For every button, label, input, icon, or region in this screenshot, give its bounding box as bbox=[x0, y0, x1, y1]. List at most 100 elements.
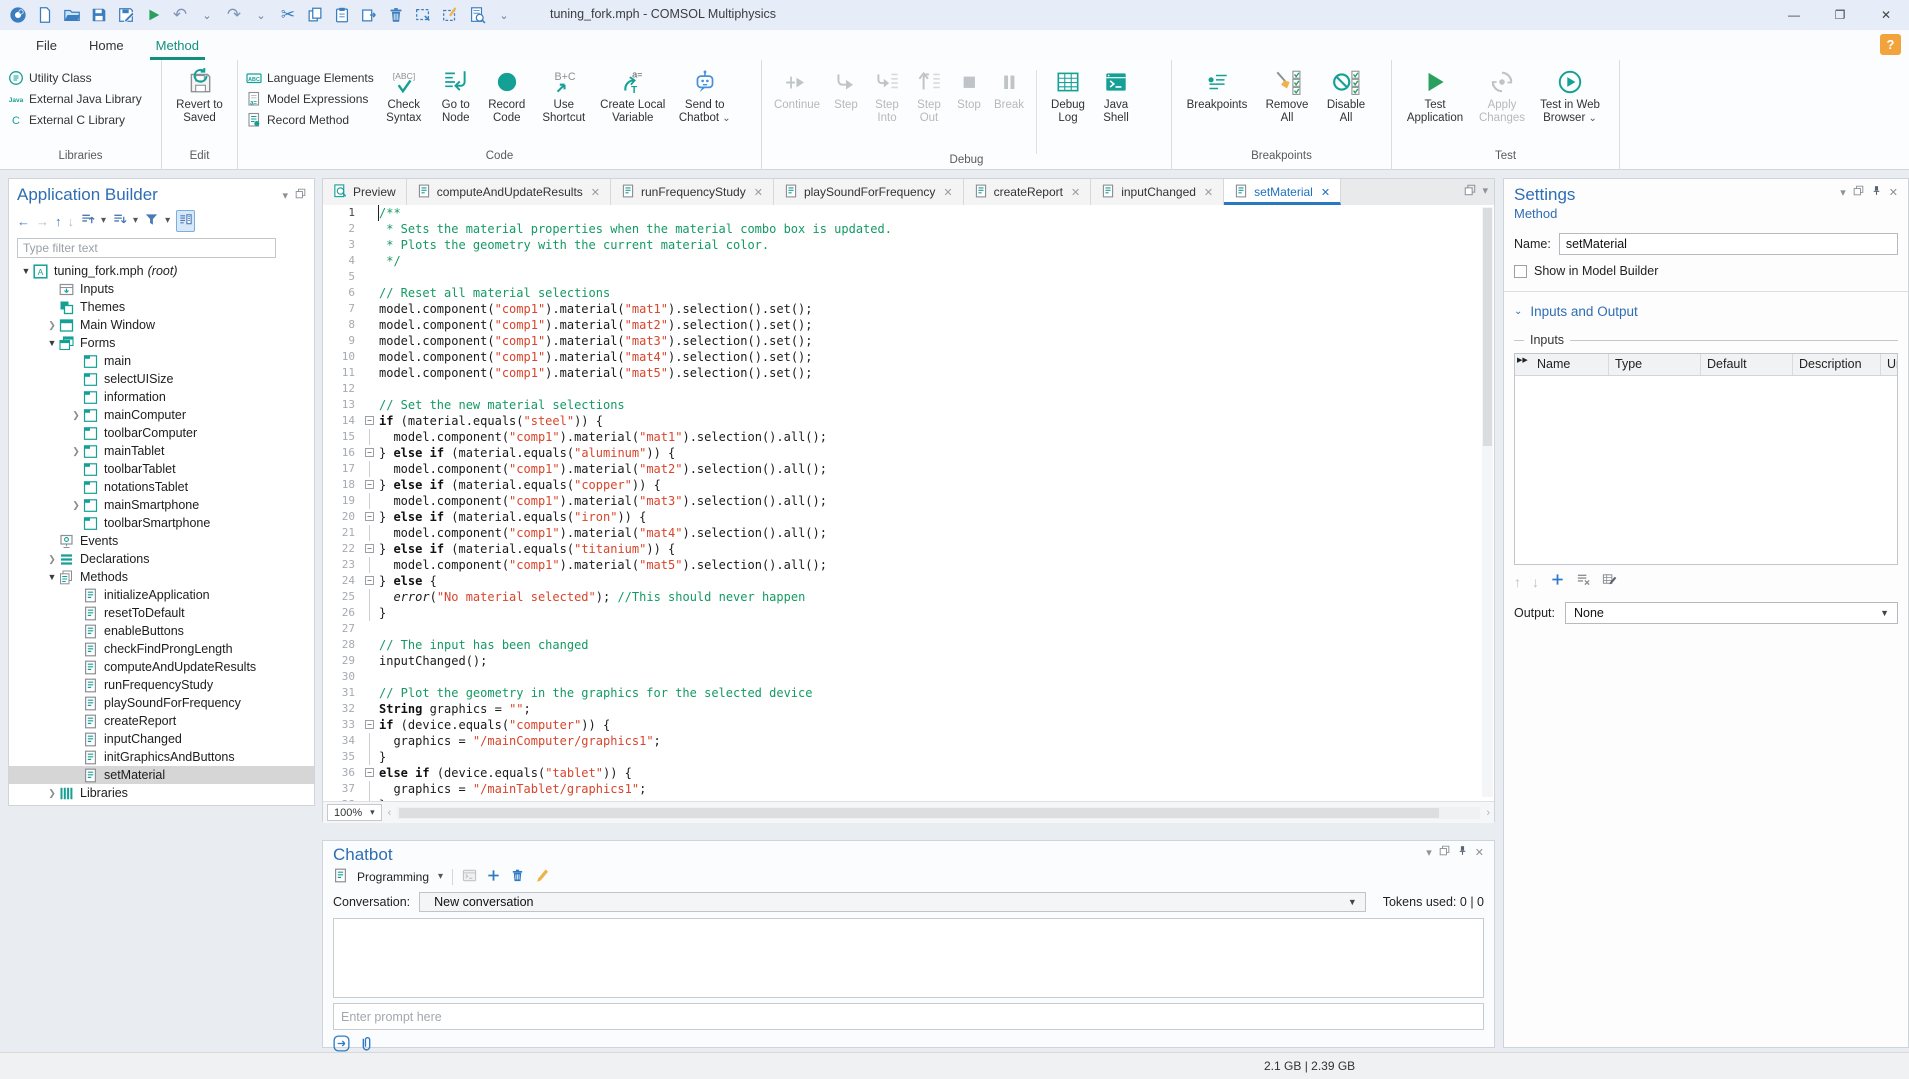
fold-toggle-icon[interactable]: − bbox=[365, 480, 374, 489]
revert-to-saved-button[interactable]: Revert to Saved bbox=[170, 66, 229, 125]
code-editor[interactable]: 1/**2 * Sets the material properties whe… bbox=[323, 205, 1494, 801]
close-panel-icon[interactable]: ✕ bbox=[1889, 186, 1898, 199]
model-expressions-button[interactable]: a=Model Expressions bbox=[246, 91, 374, 107]
code-line[interactable]: 29inputChanged(); bbox=[323, 653, 1494, 669]
new-file-button[interactable] bbox=[35, 5, 55, 25]
horizontal-scrollbar[interactable] bbox=[397, 807, 1480, 819]
code-line[interactable]: 31// Plot the geometry in the graphics f… bbox=[323, 685, 1494, 701]
method-name-input[interactable] bbox=[1559, 233, 1898, 255]
close-tab-icon[interactable]: ✕ bbox=[754, 186, 763, 199]
tree-item-inputs[interactable]: Inputs bbox=[9, 280, 314, 298]
send-to-chatbot-button[interactable]: Send to Chatbot ⌄ bbox=[674, 66, 736, 125]
tree-item-main[interactable]: main bbox=[9, 352, 314, 370]
fold-toggle-icon[interactable]: − bbox=[365, 512, 374, 521]
step-into-button[interactable]: Step Into bbox=[868, 66, 906, 125]
send-to-shell-icon[interactable] bbox=[462, 868, 477, 886]
panel-menu-icon[interactable]: ▾ bbox=[1426, 846, 1432, 859]
pin-panel-icon[interactable] bbox=[1457, 845, 1468, 859]
open-file-button[interactable] bbox=[62, 5, 82, 25]
ribbon-tab-method[interactable]: Method bbox=[140, 30, 215, 60]
move-row-up-button[interactable]: ↑ bbox=[1514, 574, 1521, 590]
pin-panel-icon[interactable] bbox=[1871, 185, 1882, 199]
tree-item-declarations[interactable]: ❯Declarations bbox=[9, 550, 314, 568]
delete-input-button[interactable] bbox=[1576, 572, 1591, 592]
close-button[interactable]: ✕ bbox=[1863, 0, 1909, 30]
maximize-button[interactable]: ❐ bbox=[1817, 0, 1863, 30]
tree-item-methods[interactable]: ▼Methods bbox=[9, 568, 314, 586]
conversation-select[interactable]: New conversation ▼ bbox=[419, 892, 1366, 912]
code-line[interactable]: 12 bbox=[323, 381, 1494, 397]
save-button[interactable] bbox=[89, 5, 109, 25]
float-panel-icon[interactable] bbox=[1439, 845, 1450, 859]
tree-item-selectuisize[interactable]: selectUISize bbox=[9, 370, 314, 388]
check-syntax-button[interactable]: [ABC]Check Syntax bbox=[378, 66, 430, 125]
editor-menu-icon[interactable]: ▾ bbox=[1482, 184, 1488, 199]
editor-tab-createreport[interactable]: createReport✕ bbox=[964, 179, 1092, 205]
step-out-button[interactable]: Step Out bbox=[910, 66, 948, 125]
code-line[interactable]: 26} bbox=[323, 605, 1494, 621]
move-row-down-button[interactable]: ↓ bbox=[1532, 574, 1539, 590]
tree-item-maincomputer[interactable]: ❯mainComputer bbox=[9, 406, 314, 424]
forward-button[interactable]: → bbox=[36, 215, 49, 228]
go-to-node-button[interactable]: Go to Node bbox=[434, 66, 478, 125]
tree-item-inputchanged[interactable]: inputChanged bbox=[9, 730, 314, 748]
code-line[interactable]: 9model.component("comp1").material("mat3… bbox=[323, 333, 1494, 349]
code-line[interactable]: 30 bbox=[323, 669, 1494, 685]
code-line[interactable]: 14−if (material.equals("steel")) { bbox=[323, 413, 1494, 429]
code-line[interactable]: 28// The input has been changed bbox=[323, 637, 1494, 653]
tree-item-computeandupdateresults[interactable]: computeAndUpdateResults bbox=[9, 658, 314, 676]
code-line[interactable]: 2 * Sets the material properties when th… bbox=[323, 221, 1494, 237]
tree-filter-input[interactable] bbox=[17, 238, 276, 258]
float-panel-icon[interactable] bbox=[1853, 185, 1864, 199]
test-in-web-browser-button[interactable]: Test in Web Browser ⌄ bbox=[1534, 66, 1606, 125]
close-tab-icon[interactable]: ✕ bbox=[1321, 186, 1330, 199]
create-local-variable-button[interactable]: a=TCreate Local Variable bbox=[596, 66, 670, 125]
continue-button[interactable]: Continue bbox=[770, 66, 824, 112]
code-line[interactable]: 20−} else if (material.equals("iron")) { bbox=[323, 509, 1494, 525]
close-tab-icon[interactable]: ✕ bbox=[1071, 186, 1080, 199]
tree-item-toolbarcomputer[interactable]: toolbarComputer bbox=[9, 424, 314, 442]
ribbon-tab-home[interactable]: Home bbox=[73, 30, 140, 60]
panel-menu-icon[interactable]: ▾ bbox=[1840, 186, 1846, 199]
tree-item-playsoundforfrequency[interactable]: playSoundForFrequency bbox=[9, 694, 314, 712]
tree-item-notationstablet[interactable]: notationsTablet bbox=[9, 478, 314, 496]
tree-item-runfrequencystudy[interactable]: runFrequencyStudy bbox=[9, 676, 314, 694]
cut-button[interactable]: ✂ bbox=[278, 5, 298, 25]
java-shell-button[interactable]: Java Shell bbox=[1095, 66, 1137, 125]
preview-report-button[interactable] bbox=[467, 5, 487, 25]
column-header-type[interactable]: Type bbox=[1609, 354, 1701, 375]
help-button[interactable]: ? bbox=[1880, 34, 1901, 55]
editor-tab-preview[interactable]: Preview bbox=[323, 179, 407, 205]
new-conversation-button[interactable] bbox=[486, 868, 501, 886]
collapse-all-icon[interactable] bbox=[80, 212, 95, 230]
code-line[interactable]: 24−} else { bbox=[323, 573, 1494, 589]
code-line[interactable]: 6// Reset all material selections bbox=[323, 285, 1494, 301]
toolbar-overflow-button[interactable]: ⌄ bbox=[494, 5, 514, 25]
ribbon-tab-file[interactable]: File bbox=[20, 30, 73, 60]
delete-button[interactable] bbox=[386, 5, 406, 25]
tree-item-mainsmartphone[interactable]: ❯mainSmartphone bbox=[9, 496, 314, 514]
fold-toggle-icon[interactable]: − bbox=[365, 720, 374, 729]
scrollbar-thumb[interactable] bbox=[1483, 208, 1492, 446]
save-as-button[interactable] bbox=[116, 5, 136, 25]
fold-toggle-icon[interactable]: − bbox=[365, 416, 374, 425]
filter-icon[interactable] bbox=[144, 212, 159, 230]
code-line[interactable]: 1/** bbox=[323, 205, 1494, 221]
edit-input-button[interactable] bbox=[1602, 572, 1617, 592]
disable-all-button[interactable]: Disable All bbox=[1320, 66, 1372, 125]
external-java-library-button[interactable]: JavaExternal Java Library bbox=[8, 91, 142, 107]
code-line[interactable]: 34 graphics = "/mainComputer/graphics1"; bbox=[323, 733, 1494, 749]
mode-select[interactable]: Programming bbox=[357, 870, 429, 884]
editor-tab-computeandupdateresults[interactable]: computeAndUpdateResults✕ bbox=[407, 179, 611, 205]
tree-item-toolbartablet[interactable]: toolbarTablet bbox=[9, 460, 314, 478]
fold-toggle-icon[interactable]: − bbox=[365, 544, 374, 553]
tree-item-initializeapplication[interactable]: initializeApplication bbox=[9, 586, 314, 604]
code-line[interactable]: 17 model.component("comp1").material("ma… bbox=[323, 461, 1494, 477]
code-line[interactable]: 15 model.component("comp1").material("ma… bbox=[323, 429, 1494, 445]
code-line[interactable]: 27 bbox=[323, 621, 1494, 637]
code-line[interactable]: 16−} else if (material.equals("aluminum"… bbox=[323, 445, 1494, 461]
run-application-button[interactable] bbox=[143, 5, 163, 25]
code-line[interactable]: 7model.component("comp1").material("mat1… bbox=[323, 301, 1494, 317]
code-line[interactable]: 3 * Plots the geometry with the current … bbox=[323, 237, 1494, 253]
code-line[interactable]: 13// Set the new material selections bbox=[323, 397, 1494, 413]
